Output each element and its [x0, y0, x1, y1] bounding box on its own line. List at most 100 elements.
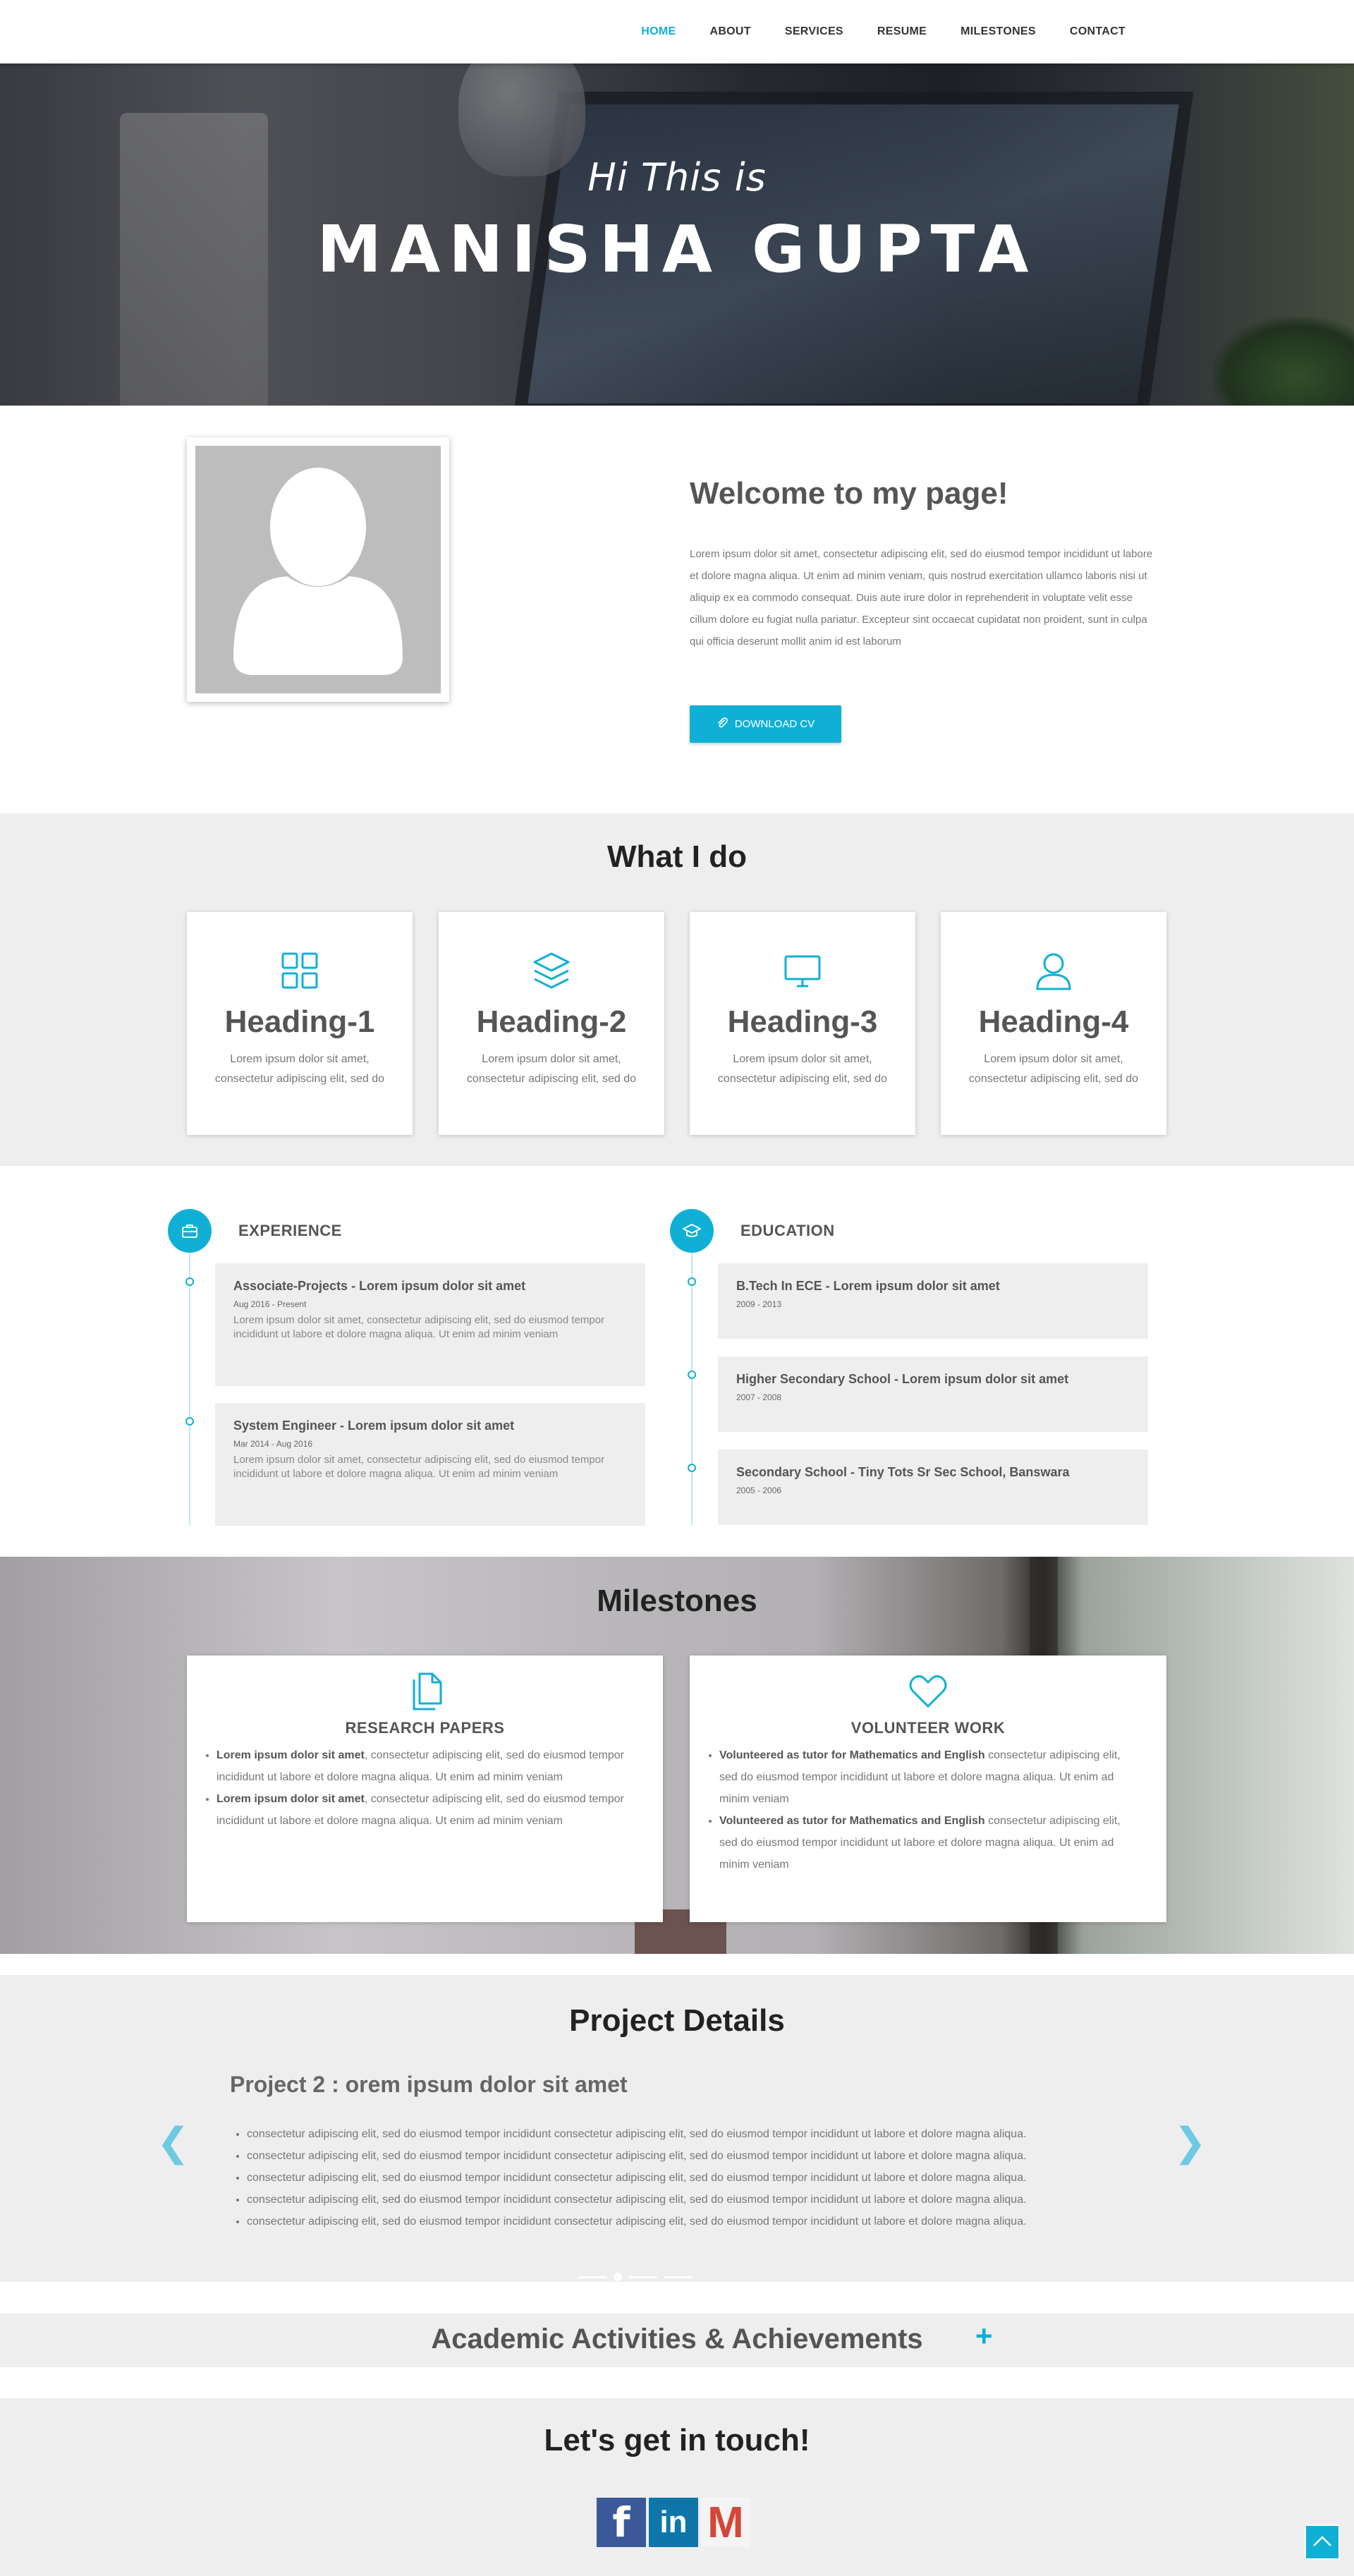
research-item-title: Lorem ipsum dolor sit amet: [216, 1793, 365, 1805]
research-papers-card: RESEARCH PAPERS Lorem ipsum dolor sit am…: [187, 1655, 663, 1922]
nav-item-about[interactable]: ABOUT: [693, 25, 767, 38]
research-item-title: Lorem ipsum dolor sit amet: [216, 1749, 365, 1761]
education-title: Secondary School - Tiny Tots Sr Sec Scho…: [736, 1465, 1070, 1479]
service-text: Lorem ipsum dolor sit amet, consectetur …: [214, 1053, 385, 1085]
service-text: Lorem ipsum dolor sit amet, consectetur …: [968, 1053, 1139, 1085]
education-timeline-line: [691, 1253, 693, 1525]
volunteer-item-title: Volunteered as tutor for Mathematics and…: [719, 1815, 985, 1827]
experience-title: Associate-Projects - Lorem ipsum dolor s…: [233, 1279, 526, 1293]
research-item: Lorem ipsum dolor sit amet, consectetur …: [216, 1788, 635, 1832]
service-text: Lorem ipsum dolor sit amet, consectetur …: [717, 1053, 888, 1085]
nav-item-resume[interactable]: RESUME: [860, 25, 944, 38]
carousel-indicators: [578, 2273, 693, 2281]
experience-desc: Lorem ipsum dolor sit amet, consectetur …: [233, 1314, 605, 1340]
avatar-placeholder-icon: [195, 446, 441, 693]
gmail-icon[interactable]: M: [701, 2498, 750, 2547]
project-heading: Project 2 : orem ipsum dolor sit amet: [230, 2072, 628, 2097]
experience-date: Aug 2016 - Present: [233, 1299, 307, 1309]
nav-item-home[interactable]: HOME: [624, 25, 693, 38]
education-header: EDUCATION: [670, 1209, 835, 1253]
carousel-indicator[interactable]: [664, 2276, 693, 2278]
service-heading: Heading-3: [727, 1004, 878, 1039]
timeline-dot: [185, 1417, 194, 1426]
academic-accordion[interactable]: Academic Activities & Achievements +: [0, 2314, 1354, 2367]
service-heading: Heading-2: [476, 1004, 627, 1039]
project-bullet: consectetur adipiscing elit, sed do eius…: [247, 2145, 1027, 2167]
project-bullet: consectetur adipiscing elit, sed do eius…: [247, 2211, 1027, 2232]
volunteer-heading: VOLUNTEER WORK: [850, 1719, 1006, 1737]
education-item-3: Secondary School - Tiny Tots Sr Sec Scho…: [718, 1450, 1148, 1525]
hero-greeting: Hi This is: [587, 155, 767, 200]
project-bullet: consectetur adipiscing elit, sed do eius…: [247, 2189, 1027, 2211]
experience-header: EXPERIENCE: [168, 1209, 342, 1253]
service-card-4: Heading-4 Lorem ipsum dolor sit amet, co…: [941, 912, 1166, 1135]
volunteer-work-card: VOLUNTEER WORK Volunteered as tutor for …: [690, 1655, 1166, 1922]
linkedin-icon[interactable]: in: [649, 2498, 698, 2547]
paperclip-icon: [716, 717, 728, 731]
experience-item-2: System Engineer - Lorem ipsum dolor sit …: [215, 1403, 645, 1526]
experience-desc: Lorem ipsum dolor sit amet, consectetur …: [233, 1454, 605, 1480]
experience-date: Mar 2014 - Aug 2016: [233, 1439, 313, 1449]
facebook-icon[interactable]: f: [597, 2498, 646, 2547]
education-item-2: Higher Secondary School - Lorem ipsum do…: [718, 1356, 1148, 1432]
services-title: What I do: [607, 839, 747, 874]
document-icon: [187, 1670, 663, 1712]
briefcase-icon: [168, 1209, 212, 1253]
top-navbar: HOME ABOUT SERVICES RESUME MILESTONES CO…: [0, 0, 1354, 63]
experience-label: EXPERIENCE: [238, 1222, 342, 1239]
carousel-indicator[interactable]: [629, 2276, 657, 2278]
nav-item-services[interactable]: SERVICES: [768, 25, 860, 38]
volunteer-item: Volunteered as tutor for Mathematics and…: [719, 1810, 1138, 1876]
welcome-title: Welcome to my page!: [690, 476, 1008, 511]
research-item: Lorem ipsum dolor sit amet, consectetur …: [216, 1744, 635, 1788]
user-icon: [941, 951, 1166, 993]
social-links: f in M: [597, 2498, 750, 2547]
volunteer-item: Volunteered as tutor for Mathematics and…: [719, 1744, 1138, 1810]
research-list: Lorem ipsum dolor sit amet, consectetur …: [187, 1744, 663, 1832]
project-bullet: consectetur adipiscing elit, sed do eius…: [247, 2167, 1027, 2189]
hero-banner: Hi This is MANISHA GUPTA: [0, 63, 1354, 406]
nav-item-milestones[interactable]: MILESTONES: [944, 25, 1053, 38]
education-title: B.Tech In ECE - Lorem ipsum dolor sit am…: [736, 1279, 1000, 1293]
carousel-prev-button[interactable]: ❮: [157, 2120, 190, 2165]
timeline-dot: [688, 1277, 696, 1286]
nav-menu: HOME ABOUT SERVICES RESUME MILESTONES CO…: [624, 0, 1142, 63]
education-date: 2005 - 2006: [736, 1486, 782, 1495]
timeline-dot: [688, 1371, 696, 1379]
carousel-next-button[interactable]: ❯: [1173, 2120, 1207, 2165]
academic-title: Academic Activities & Achievements: [431, 2323, 923, 2355]
experience-timeline-line: [189, 1253, 190, 1525]
carousel-indicator[interactable]: [578, 2276, 606, 2278]
volunteer-list: Volunteered as tutor for Mathematics and…: [690, 1744, 1166, 1876]
hero-name: MANISHA GUPTA: [317, 212, 1037, 287]
profile-photo-frame: [187, 437, 449, 702]
heart-icon: [690, 1670, 1166, 1712]
about-paragraph: Lorem ipsum dolor sit amet, consectetur …: [690, 548, 1153, 648]
research-heading: RESEARCH PAPERS: [345, 1719, 505, 1737]
education-item-1: B.Tech In ECE - Lorem ipsum dolor sit am…: [718, 1263, 1148, 1339]
education-title: Higher Secondary School - Lorem ipsum do…: [736, 1372, 1069, 1386]
nav-item-contact[interactable]: CONTACT: [1053, 25, 1142, 38]
timeline-dot: [688, 1464, 696, 1472]
education-label: EDUCATION: [740, 1222, 835, 1239]
download-cv-button[interactable]: DOWNLOAD CV: [690, 705, 841, 743]
layers-icon: [439, 951, 664, 993]
back-to-top-button[interactable]: [1305, 2525, 1340, 2560]
project-bullet: consectetur adipiscing elit, sed do eius…: [247, 2123, 1027, 2145]
service-card-2: Heading-2 Lorem ipsum dolor sit amet, co…: [439, 912, 664, 1135]
service-card-1: Heading-1 Lorem ipsum dolor sit amet, co…: [187, 912, 413, 1135]
carousel-indicator[interactable]: [614, 2273, 622, 2281]
service-card-3: Heading-3 Lorem ipsum dolor sit amet, co…: [690, 912, 915, 1135]
chevron-up-icon: [1312, 2534, 1333, 2551]
experience-item-1: Associate-Projects - Lorem ipsum dolor s…: [215, 1263, 645, 1386]
project-bullets: consectetur adipiscing elit, sed do eius…: [230, 2123, 1027, 2232]
milestones-title: Milestones: [597, 1584, 757, 1618]
service-heading: Heading-1: [224, 1004, 375, 1039]
contact-title: Let's get in touch!: [544, 2423, 810, 2457]
graduation-cap-icon: [670, 1209, 714, 1253]
timeline-dot: [185, 1277, 194, 1286]
project-title: Project Details: [569, 2003, 785, 2038]
grid-icon: [187, 951, 413, 993]
service-heading: Heading-4: [978, 1004, 1129, 1039]
expand-plus-icon[interactable]: +: [975, 2319, 993, 2353]
